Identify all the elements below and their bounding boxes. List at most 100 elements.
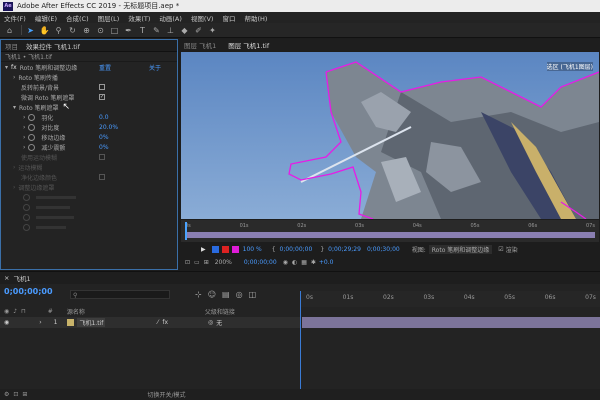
menu-composition[interactable]: 合成(C) <box>66 13 89 23</box>
pan-behind-icon[interactable]: ⊙ <box>95 25 106 36</box>
pen-tool-icon[interactable]: ✒ <box>123 25 134 36</box>
stopwatch-icon[interactable] <box>23 223 30 231</box>
stopwatch-icon[interactable] <box>28 113 36 121</box>
menu-edit[interactable]: 编辑(E) <box>35 13 57 23</box>
channel-icon[interactable]: ▦ <box>301 259 307 266</box>
fx-icon[interactable]: fx <box>162 319 168 326</box>
eraser-tool-icon[interactable]: ◆ <box>179 25 190 36</box>
collapse-triangle-icon[interactable]: › <box>23 144 25 151</box>
red-swatch-icon[interactable] <box>221 245 229 253</box>
collapse-triangle-icon[interactable]: › <box>23 124 25 131</box>
timeline-ruler[interactable]: 0s 01s 02s 03s 04s 05s 06s 07s <box>300 291 600 307</box>
shift-edge-value[interactable]: 0% <box>99 134 109 141</box>
in-point-icon[interactable]: { <box>272 246 276 253</box>
contrast-value[interactable]: 20.0% <box>99 124 118 131</box>
comp-flowchart-icon[interactable]: ⊡ <box>13 391 18 398</box>
shy-icon[interactable]: ☺ <box>208 290 216 299</box>
viewer-playhead[interactable] <box>185 222 187 240</box>
rectangle-tool-icon[interactable]: □ <box>109 25 120 36</box>
blue-swatch-icon[interactable] <box>211 245 219 253</box>
collapse-triangle-icon[interactable]: › <box>23 114 25 121</box>
menu-file[interactable]: 文件(F) <box>4 13 26 23</box>
feather-value[interactable]: 0.0 <box>99 114 109 121</box>
exposure-icon[interactable]: ✱ <box>311 259 316 266</box>
type-tool-icon[interactable]: T <box>137 25 148 36</box>
viewer-canvas[interactable]: 选区 (飞机1图层) <box>181 52 599 219</box>
layer-row[interactable]: ◉ › 1 飞机1.tif ⁄ fx ◎ 无 <box>0 317 300 328</box>
timeline-playhead[interactable] <box>300 291 301 400</box>
overlay-percent[interactable]: 100 % <box>243 246 262 253</box>
magenta-swatch-icon[interactable] <box>231 245 239 253</box>
timeline-timecode[interactable]: 0;00;00;00 <box>4 287 53 296</box>
render-checkbox[interactable]: ☑ <box>498 246 503 253</box>
layer-name[interactable]: 飞机1.tif <box>77 318 106 327</box>
stopwatch-icon[interactable] <box>23 193 30 201</box>
show-snapshot-icon[interactable]: ◐ <box>292 259 297 266</box>
effect-row[interactable]: › 调整边缘遮罩 <box>1 182 177 192</box>
graph-editor-icon[interactable]: ◫ <box>249 290 257 299</box>
puppet-pin-icon[interactable]: ✦ <box>207 25 218 36</box>
about-link[interactable]: 关于 <box>149 63 161 72</box>
in-time[interactable]: 0;00;00;00 <box>280 246 313 253</box>
fx-switch-icon[interactable]: ⁄ <box>157 319 158 326</box>
rotate-tool-icon[interactable]: ↻ <box>67 25 78 36</box>
collapse-triangle-icon[interactable]: › <box>13 164 15 171</box>
reduce-chatter-value[interactable]: 0% <box>99 144 109 151</box>
effect-row[interactable]: › Roto 笔刷传播 <box>1 72 177 82</box>
duration-time[interactable]: 0;00;30;00 <box>367 246 400 253</box>
tab-layer-1[interactable]: 图层 飞机1 <box>184 40 216 50</box>
view-dropdown[interactable]: Roto 笔刷和调整边缘 <box>428 244 493 254</box>
collapse-triangle-icon[interactable]: › <box>13 74 15 81</box>
frame-blend-icon[interactable]: ▤ <box>222 290 230 299</box>
invert-checkbox[interactable] <box>99 84 105 90</box>
grid-icon[interactable]: ⊞ <box>204 259 209 266</box>
timeline-search-input[interactable]: ⚲ <box>70 290 170 299</box>
fine-tune-checkbox[interactable]: ✓ <box>99 94 105 100</box>
exposure-value[interactable]: +0.0 <box>319 259 334 266</box>
menu-layer[interactable]: 图层(L) <box>98 13 120 23</box>
menu-animation[interactable]: 动画(A) <box>159 13 182 23</box>
out-time[interactable]: 0;00;29;29 <box>328 246 361 253</box>
collapse-triangle-icon[interactable]: › <box>13 184 15 191</box>
stopwatch-icon[interactable] <box>28 133 36 141</box>
brush-tool-icon[interactable]: ✎ <box>151 25 162 36</box>
effect-header-row[interactable]: ▾ fx Roto 笔刷和调整边缘 重置 关于 <box>1 62 177 72</box>
timeline-tab[interactable]: × 飞机1 <box>0 272 600 284</box>
camera-tool-icon[interactable]: ⊕ <box>81 25 92 36</box>
motion-blur-icon[interactable]: ◎ <box>236 290 243 299</box>
fx-icon[interactable]: fx <box>11 64 17 71</box>
play-triangle-icon[interactable]: ▶ <box>201 246 206 253</box>
layer-duration-bar[interactable] <box>302 317 600 328</box>
tab-layer-1-tif[interactable]: 图层 飞机1.tif <box>228 40 269 50</box>
expand-triangle-icon[interactable]: ▾ <box>13 104 16 111</box>
magnification-dropdown[interactable]: 200% <box>215 259 232 266</box>
stopwatch-icon[interactable] <box>23 203 30 211</box>
draft-3d-icon[interactable]: ⊹ <box>195 290 202 299</box>
home-icon[interactable]: ⌂ <box>4 25 15 36</box>
stopwatch-icon[interactable] <box>28 123 36 131</box>
stopwatch-icon[interactable] <box>28 143 36 151</box>
expand-triangle-icon[interactable]: ▾ <box>5 64 8 71</box>
collapse-triangle-icon[interactable]: › <box>23 134 25 141</box>
always-preview-icon[interactable]: ⊡ <box>185 259 190 266</box>
menu-window[interactable]: 窗口 <box>222 13 235 23</box>
decontaminate-checkbox[interactable] <box>99 174 105 180</box>
clone-stamp-icon[interactable]: ⊥ <box>165 25 176 36</box>
close-icon[interactable]: × <box>4 274 9 282</box>
selection-tool-icon[interactable]: ➤ <box>25 25 36 36</box>
zoom-tool-icon[interactable]: ⚲ <box>53 25 64 36</box>
roto-brush-icon[interactable]: ✐ <box>193 25 204 36</box>
monitor-icon[interactable]: ▭ <box>194 259 200 266</box>
out-point-icon[interactable]: } <box>320 246 324 253</box>
tab-effect-controls[interactable]: 效果控件 飞机1.tif <box>26 41 80 51</box>
pickwhip-icon[interactable]: ◎ <box>208 319 213 326</box>
effect-row[interactable]: ▾ Roto 笔刷遮罩 ↖ <box>1 102 177 112</box>
menu-view[interactable]: 视图(V) <box>191 13 214 23</box>
parent-dropdown[interactable]: 无 <box>216 318 222 327</box>
viewer-work-area-bar[interactable] <box>185 232 595 238</box>
current-time[interactable]: 0;00;00;00 <box>244 259 277 266</box>
tab-project[interactable]: 项目 <box>5 41 18 51</box>
motion-blur-checkbox[interactable] <box>99 154 105 160</box>
toggle-switches-modes[interactable]: 切换开关/模式 <box>147 390 185 399</box>
snapshot-icon[interactable]: ◉ <box>283 259 288 266</box>
